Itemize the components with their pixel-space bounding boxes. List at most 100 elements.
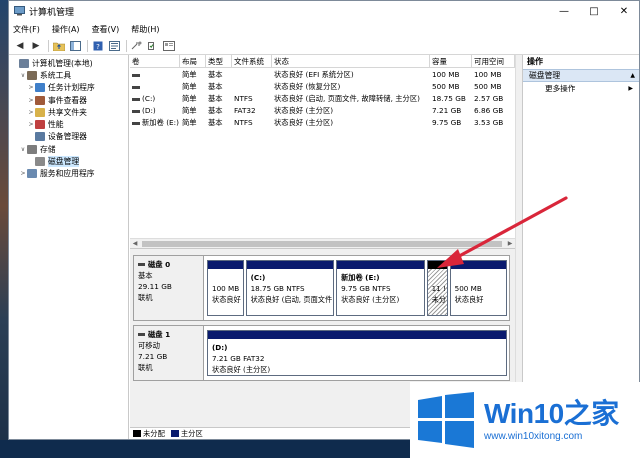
column-header[interactable]: 可用空间 xyxy=(472,55,515,67)
column-header[interactable]: 类型 xyxy=(206,55,232,67)
column-header[interactable]: 布局 xyxy=(180,55,206,67)
toolbar-separator xyxy=(126,39,127,52)
menu-action[interactable]: 操作(A) xyxy=(52,24,80,35)
tree-item-label: 计算机管理(本地) xyxy=(32,58,93,68)
chevron-right-icon: ▶ xyxy=(628,85,633,92)
title-bar: 计算机管理 — □ ✕ xyxy=(9,1,639,21)
connect-icon[interactable] xyxy=(130,39,144,53)
primary-partition[interactable]: 100 MB 状态良好 xyxy=(207,260,244,316)
disk-info[interactable]: 磁盘 1 可移动 7.21 GB 联机 xyxy=(134,326,204,380)
tree-item[interactable]: > 性能 xyxy=(9,118,128,130)
toolbar-separator xyxy=(87,39,88,52)
disk-status: 联机 xyxy=(138,293,153,302)
desktop-bottom-strip xyxy=(0,440,410,458)
table-row[interactable]: (D:) 简单 基本 FAT32 状态良好 (主分区) 7.21 GB 6.86 GB xyxy=(130,105,515,117)
table-row[interactable]: 简单 基本 状态良好 (EFI 系统分区) 100 MB 100 MB xyxy=(130,69,515,81)
tree-item[interactable]: 计算机管理(本地) xyxy=(9,57,128,69)
table-cell: 18.75 GB xyxy=(430,93,472,105)
expand-down-icon[interactable]: ∨ xyxy=(19,146,27,153)
device-icon xyxy=(35,132,45,142)
partition-line2: 未分 xyxy=(431,295,446,304)
unallocated-partition[interactable]: 11 ! 未分 xyxy=(426,260,448,316)
table-row[interactable]: 简单 基本 状态良好 (恢复分区) 500 MB 500 MB xyxy=(130,81,515,93)
legend-label-unallocated: 未分配 xyxy=(143,428,165,438)
table-cell-text: 7.21 GB xyxy=(432,106,462,115)
collapse-up-icon[interactable]: ▲ xyxy=(630,69,635,82)
maximize-button[interactable]: □ xyxy=(579,1,609,21)
tree-item[interactable]: ∨ 系统工具 xyxy=(9,69,128,81)
table-cell-text: 简单 xyxy=(182,70,197,79)
view-icon[interactable] xyxy=(162,39,176,53)
windows-logo-icon xyxy=(418,392,474,448)
menu-help[interactable]: 帮助(H) xyxy=(131,24,159,35)
minimize-button[interactable]: — xyxy=(549,1,579,21)
watermark-url: www.win10xitong.com xyxy=(484,430,583,442)
disk-size: 29.11 GB xyxy=(138,282,172,291)
tree-item[interactable]: > 任务计划程序 xyxy=(9,82,128,94)
primary-partition[interactable]: 500 MB 状态良好 xyxy=(449,260,507,316)
watermark-brand-latin: Win10 xyxy=(484,397,564,429)
disk-info[interactable]: 磁盘 0 基本 29.11 GB 联机 xyxy=(134,256,204,320)
primary-partition[interactable]: 新加卷 (E:) 9.75 GB NTFS 状态良好 (主分区) xyxy=(336,260,425,316)
expand-down-icon[interactable]: ∨ xyxy=(19,72,27,79)
tree-item[interactable]: > 服务和应用程序 xyxy=(9,168,128,180)
event-icon xyxy=(35,95,45,105)
partition-title-spacer xyxy=(432,272,443,283)
table-cell-text: NTFS xyxy=(234,118,253,127)
tree-item[interactable]: 磁盘管理 xyxy=(9,155,128,168)
column-header[interactable]: 文件系统 xyxy=(232,55,272,67)
actions-section-disk-management[interactable]: 磁盘管理 ▲ xyxy=(523,69,639,82)
table-cell-text: 基本 xyxy=(208,118,223,127)
help-icon[interactable]: ? xyxy=(91,39,105,53)
more-actions-item[interactable]: 更多操作 ▶ xyxy=(523,82,639,96)
close-button[interactable]: ✕ xyxy=(609,1,639,21)
partition-title-spacer xyxy=(212,272,239,283)
table-row[interactable]: 新加卷 (E:) 简单 基本 NTFS 状态良好 (主分区) 9.75 GB 3.53 GB xyxy=(130,117,515,129)
properties-icon[interactable] xyxy=(107,39,121,53)
tree-item[interactable]: > 共享文件夹 xyxy=(9,106,128,118)
partition-text: 100 MB 状态良好 xyxy=(208,269,243,308)
partition-color-bar xyxy=(246,261,334,269)
tree-item[interactable]: > 事件查看器 xyxy=(9,94,128,106)
table-cell: 状态良好 (恢复分区) xyxy=(272,81,430,93)
menu-file[interactable]: 文件(F) xyxy=(13,24,40,35)
expand-right-icon[interactable]: > xyxy=(27,121,35,128)
more-actions-label: 更多操作 xyxy=(545,84,576,93)
expand-right-icon[interactable]: > xyxy=(27,109,35,116)
partition-title-spacer xyxy=(455,272,502,283)
tree-item-label: 服务和应用程序 xyxy=(40,169,95,179)
table-cell-text: 100 MB xyxy=(432,70,460,79)
column-header[interactable]: 卷 xyxy=(130,55,180,67)
forward-icon[interactable]: ▶ xyxy=(29,39,43,53)
up-folder-icon[interactable] xyxy=(52,39,66,53)
watermark-text: Win10之家 www.win10xitong.com xyxy=(484,397,619,442)
toolbar-separator xyxy=(48,39,49,52)
partition-color-bar xyxy=(427,261,447,269)
desktop-background-strip xyxy=(0,0,8,458)
table-cell: 新加卷 (E:) xyxy=(130,117,180,129)
partition-color-bar xyxy=(208,261,243,269)
check-icon[interactable] xyxy=(146,39,160,53)
expand-right-icon[interactable]: > xyxy=(27,84,35,91)
column-header[interactable]: 状态 xyxy=(272,55,430,67)
show-hide-tree-icon[interactable] xyxy=(68,39,82,53)
clock-icon xyxy=(35,83,45,93)
watermark: Win10之家 www.win10xitong.com xyxy=(410,382,640,458)
table-row[interactable]: (C:) 简单 基本 NTFS 状态良好 (启动, 页面文件, 故障转储, 主分区) 18… xyxy=(130,93,515,105)
table-cell: 500 MB xyxy=(430,81,472,93)
expand-right-icon[interactable]: > xyxy=(19,170,27,177)
expand-right-icon[interactable]: > xyxy=(27,97,35,104)
table-cell: 简单 xyxy=(180,117,206,129)
computer-management-window: 计算机管理 — □ ✕ 文件(F) 操作(A) 查看(V) 帮助(H) ◀ ▶ … xyxy=(8,0,640,440)
tree-item[interactable]: ∨ 存储 xyxy=(9,143,128,155)
back-icon[interactable]: ◀ xyxy=(13,39,27,53)
scrollbar-thumb[interactable] xyxy=(142,241,502,247)
horizontal-scrollbar[interactable]: ◀ ▶ xyxy=(130,238,515,248)
partition-line2: 状态良好 (主分区) xyxy=(341,295,400,304)
primary-partition[interactable]: (C:) 18.75 GB NTFS 状态良好 (启动, 页面文件 xyxy=(245,260,335,316)
table-cell: 状态良好 (主分区) xyxy=(272,105,430,117)
column-header[interactable]: 容量 xyxy=(430,55,472,67)
menu-view[interactable]: 查看(V) xyxy=(92,24,120,35)
primary-partition[interactable]: (D:) 7.21 GB FAT32 状态良好 (主分区) xyxy=(207,330,507,376)
tree-item[interactable]: 设备管理器 xyxy=(9,131,128,143)
